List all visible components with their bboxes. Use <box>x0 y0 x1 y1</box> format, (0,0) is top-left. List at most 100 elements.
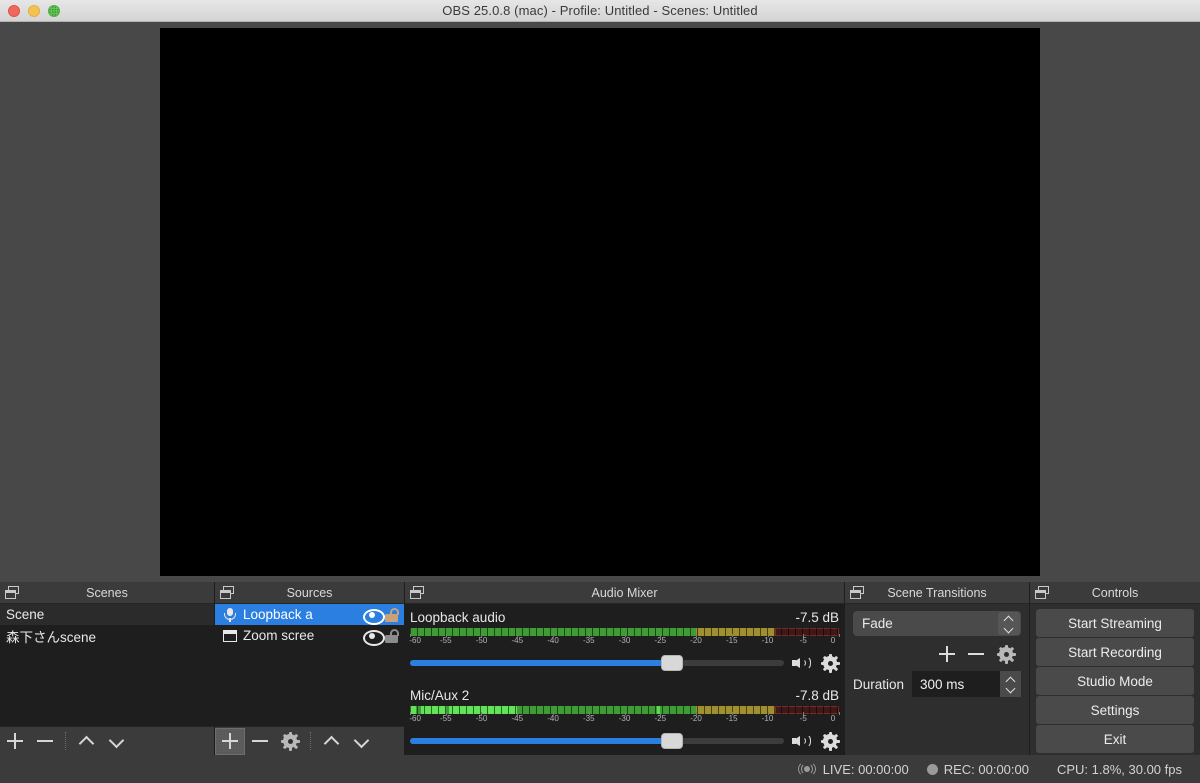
window-title: OBS 25.0.8 (mac) - Profile: Untitled - S… <box>442 3 758 18</box>
plus-icon <box>7 733 23 749</box>
controls-dock: Controls Start Streaming Start Recording… <box>1030 582 1200 755</box>
duration-stepper[interactable] <box>1000 671 1021 697</box>
source-lock-toggle[interactable] <box>385 607 399 622</box>
transition-select[interactable]: Fade <box>853 611 1021 636</box>
chevron-up-icon <box>324 734 338 748</box>
source-properties-button[interactable] <box>275 728 305 755</box>
audio-track: Loopback audio -7.5 dB -60 -55 -50 -45 -40 -3… <box>408 608 841 686</box>
scenes-dock-title: Scenes <box>86 585 128 600</box>
record-dot-icon <box>926 763 938 775</box>
audio-settings-gear-icon[interactable] <box>820 731 840 751</box>
remove-transition-button[interactable] <box>968 646 984 662</box>
mute-toggle-speaker-icon[interactable] <box>792 654 814 672</box>
remove-source-button[interactable] <box>245 728 275 755</box>
studio-mode-button[interactable]: Studio Mode <box>1036 667 1194 695</box>
volume-slider[interactable] <box>410 655 784 671</box>
scene-transitions-dock-header: Scene Transitions <box>845 582 1029 604</box>
source-list-item[interactable]: Loopback a <box>215 604 404 625</box>
transition-duration-row: Duration 300 ms <box>853 671 1021 697</box>
float-dock-icon[interactable] <box>1035 586 1051 600</box>
plus-icon <box>222 733 238 749</box>
chevron-up-icon <box>79 734 93 748</box>
add-transition-button[interactable] <box>939 646 955 662</box>
chevron-down-icon <box>109 734 123 748</box>
duration-value: 300 ms <box>920 676 965 692</box>
scenes-dock: Scenes Scene 森下さんscene <box>0 582 215 755</box>
source-list-item[interactable]: Zoom scree <box>215 625 404 646</box>
controls-dock-title: Controls <box>1091 585 1139 600</box>
float-dock-icon[interactable] <box>5 586 21 600</box>
sources-dock-title: Sources <box>286 585 333 600</box>
transition-properties-gear-icon[interactable] <box>996 644 1016 664</box>
move-source-up-button[interactable] <box>316 728 346 755</box>
status-bar: LIVE: 00:00:00 REC: 00:00:00 CPU: 1.8%, … <box>0 755 1200 783</box>
audio-track-header: Loopback audio -7.5 dB <box>408 608 841 628</box>
sources-dock-header: Sources <box>215 582 404 604</box>
transition-selected-value: Fade <box>862 616 893 631</box>
sources-dock: Sources Loopback a Zoom scree <box>215 582 405 755</box>
sources-toolbar <box>215 726 404 755</box>
move-scene-up-button[interactable] <box>71 728 101 755</box>
audio-track-header: Mic/Aux 2 -7.8 dB <box>408 686 841 706</box>
float-dock-icon[interactable] <box>850 586 866 600</box>
preview-area[interactable] <box>0 22 1200 582</box>
move-scene-down-button[interactable] <box>101 728 131 755</box>
volume-slider[interactable] <box>410 733 784 749</box>
audio-track: Mic/Aux 2 -7.8 dB -60 -55 -50 -45 -40 -35 -30-… <box>408 686 841 764</box>
audio-meter-scale: -60 -55 -50 -45 -40 -35 -30 -25 -20 -15 -10 -5 0 <box>409 634 840 649</box>
preview-canvas[interactable] <box>160 28 1040 576</box>
scenes-toolbar <box>0 726 214 755</box>
source-visibility-toggle[interactable] <box>363 629 385 646</box>
scene-name: 森下さんscene <box>6 629 97 645</box>
duration-label: Duration <box>853 676 905 692</box>
float-dock-icon[interactable] <box>410 586 426 600</box>
controls-body: Start Streaming Start Recording Studio M… <box>1030 604 1200 755</box>
scenes-dock-header: Scenes <box>0 582 214 604</box>
live-timer: LIVE: 00:00:00 <box>822 761 909 777</box>
toolbar-separator <box>65 732 66 750</box>
window-capture-icon <box>221 628 239 644</box>
source-visibility-toggle[interactable] <box>363 608 385 625</box>
chevron-down-icon <box>354 734 368 748</box>
chevron-down-icon <box>1005 625 1013 630</box>
transition-select-arrows[interactable] <box>998 612 1020 635</box>
exit-button[interactable]: Exit <box>1036 725 1194 753</box>
cpu-fps-text: CPU: 1.8%, 30.00 fps <box>1056 761 1182 777</box>
audio-settings-gear-icon[interactable] <box>820 653 840 673</box>
audio-track-db: -7.8 dB <box>795 688 839 703</box>
audio-mixer-dock: Audio Mixer Loopback audio -7.5 dB -60 -5… <box>405 582 845 755</box>
add-scene-button[interactable] <box>0 728 30 755</box>
audio-track-controls <box>408 653 841 673</box>
audio-mixer-dock-title: Audio Mixer <box>591 585 658 600</box>
move-source-down-button[interactable] <box>346 728 376 755</box>
duration-input[interactable]: 300 ms <box>912 671 1021 697</box>
scene-transitions-dock: Scene Transitions Fade Duration 300 ms <box>845 582 1030 755</box>
source-name: Loopback a <box>243 607 313 622</box>
audio-track-name: Loopback audio <box>410 610 506 625</box>
minus-icon <box>252 733 268 749</box>
audio-meter-scale: -60 -55 -50 -45 -40 -35 -30 -25 -20 -15 -10 -5 0 <box>409 712 840 727</box>
sources-list[interactable]: Loopback a Zoom scree <box>215 604 404 726</box>
scenes-list[interactable]: Scene 森下さんscene <box>0 604 214 726</box>
remove-scene-button[interactable] <box>30 728 60 755</box>
start-recording-button[interactable]: Start Recording <box>1036 638 1194 666</box>
broadcast-icon <box>797 761 817 777</box>
settings-button[interactable]: Settings <box>1036 696 1194 724</box>
dock-row: Scenes Scene 森下さんscene Sources Loopback … <box>0 582 1200 755</box>
source-lock-toggle[interactable] <box>385 628 399 643</box>
scene-transitions-body: Fade Duration 300 ms <box>845 604 1029 755</box>
audio-track-name: Mic/Aux 2 <box>410 688 470 703</box>
start-streaming-button[interactable]: Start Streaming <box>1036 609 1194 637</box>
source-name: Zoom scree <box>243 628 315 643</box>
transition-buttons <box>853 644 1016 664</box>
float-dock-icon[interactable] <box>220 586 236 600</box>
add-source-button[interactable] <box>215 727 245 755</box>
mute-toggle-speaker-icon[interactable] <box>792 732 814 750</box>
scene-list-item[interactable]: 森下さんscene <box>0 625 214 646</box>
scene-list-item[interactable]: Scene <box>0 604 214 625</box>
scene-name: Scene <box>6 607 45 622</box>
rec-timer: REC: 00:00:00 <box>943 761 1029 777</box>
minus-icon <box>37 733 53 749</box>
cpu-status: CPU: 1.8%, 30.00 fps <box>1057 762 1182 777</box>
microphone-icon <box>221 607 239 623</box>
